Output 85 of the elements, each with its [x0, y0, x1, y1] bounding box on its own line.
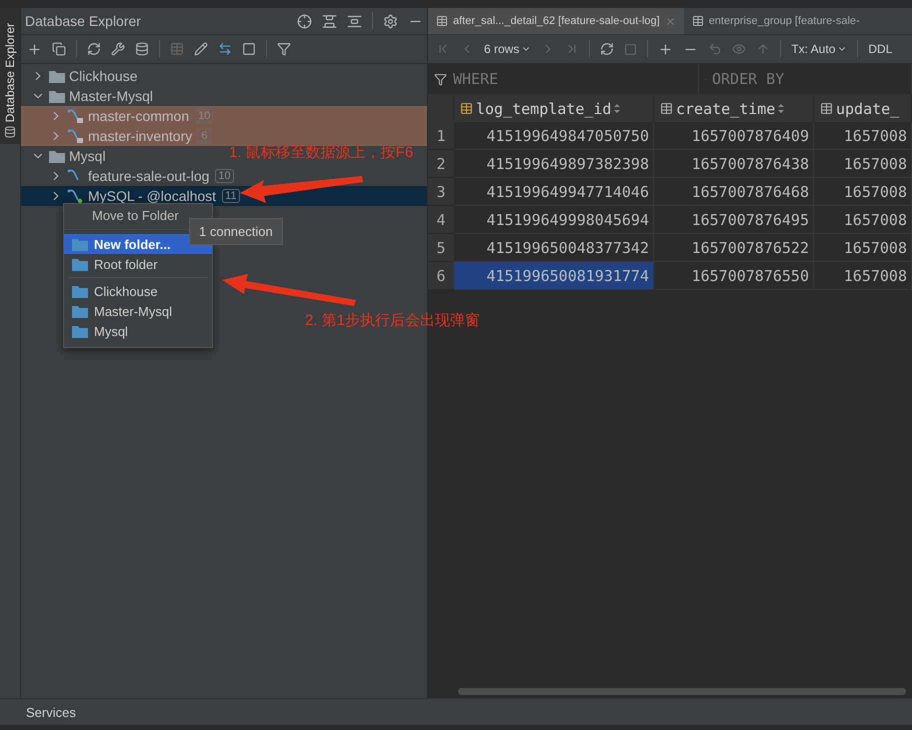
folder-icon: [72, 258, 88, 270]
table-icon: [436, 15, 448, 27]
key-column-icon: [460, 102, 473, 115]
tree-item-label: master-inventory: [88, 128, 192, 144]
pencil-icon[interactable]: [194, 42, 208, 56]
folder-icon: [72, 304, 88, 318]
table-cell[interactable]: 1657007876438: [654, 150, 814, 178]
sort-arrows-icon[interactable]: [614, 104, 620, 113]
table-cell[interactable]: 1657008: [814, 178, 912, 206]
filter-icon[interactable]: [277, 42, 291, 56]
table-cell[interactable]: 1657007876495: [654, 206, 814, 234]
table-cell[interactable]: 1657008: [814, 206, 912, 234]
folder-icon: [72, 324, 88, 338]
table-cell[interactable]: 1657007876409: [654, 122, 814, 150]
annotation-text: 1. 鼠标移至数据源上，按F6: [229, 143, 414, 162]
side-tab[interactable]: Database Explorer: [0, 8, 20, 144]
folder-icon: [49, 90, 65, 102]
panel-title: Database Explorer: [25, 13, 142, 29]
menu-item[interactable]: Root folder: [64, 254, 212, 274]
count-badge: 6: [198, 129, 210, 143]
transaction-dropdown[interactable]: Tx: Auto: [791, 42, 848, 56]
table-cell[interactable]: 415199649897382398: [454, 150, 654, 178]
table-cell[interactable]: 1657008: [814, 150, 912, 178]
refresh-icon[interactable]: [600, 42, 614, 56]
rows-dropdown[interactable]: 6 rows: [484, 42, 532, 56]
table-cell[interactable]: 415199650081931774: [454, 262, 654, 290]
arrows-icon[interactable]: [218, 42, 232, 56]
table-cell[interactable]: 1657007876550: [654, 262, 814, 290]
table-icon: [692, 15, 704, 27]
table-cell[interactable]: 1657008: [814, 234, 912, 262]
order-by-field[interactable]: ORDER BY: [710, 69, 905, 89]
tree-item-label[interactable]: Clickhouse: [69, 68, 138, 84]
column-icon: [660, 102, 673, 115]
copy-icon[interactable]: [52, 42, 66, 56]
refresh-icon[interactable]: [87, 42, 101, 56]
add-icon[interactable]: [27, 42, 42, 56]
folder-icon: [72, 284, 88, 298]
table-cell[interactable]: 1657008: [814, 262, 912, 290]
tree-item-label: master-common: [88, 108, 190, 124]
folder-icon: [72, 238, 88, 250]
count-badge: 11: [222, 189, 240, 203]
row-number: 5: [428, 234, 454, 262]
settings-icon[interactable]: [383, 14, 398, 28]
table-cell[interactable]: 415199649998045694: [454, 206, 654, 234]
crosshair-icon[interactable]: [297, 14, 312, 28]
database-icon[interactable]: [135, 42, 149, 56]
column-header[interactable]: create_time: [654, 95, 814, 122]
folder-icon: [49, 150, 65, 162]
annotation-text: 2. 第1步执行后会出现弹窗: [305, 311, 480, 330]
menu-item[interactable]: Master-Mysql: [64, 301, 212, 321]
tree-item-label[interactable]: feature-sale-out-log: [88, 168, 210, 184]
table-cell[interactable]: 1657007876522: [654, 234, 814, 262]
table-cell[interactable]: 415199649947714046: [454, 178, 654, 206]
wrench-icon[interactable]: [111, 42, 125, 56]
tree-item-label: MySQL - @localhost: [88, 188, 216, 204]
tree-item-label[interactable]: Mysql: [69, 148, 106, 164]
tree-item-label[interactable]: Master-Mysql: [69, 88, 154, 104]
where-field[interactable]: WHERE: [451, 69, 655, 89]
scrollbar[interactable]: [458, 688, 906, 694]
editor-tab[interactable]: after_sal..._detail_62 [feature-sale-out-log]: [428, 8, 684, 34]
add-row-icon[interactable]: [658, 42, 674, 56]
menu-item[interactable]: Clickhouse: [64, 281, 212, 301]
collapse-all-icon[interactable]: [347, 14, 362, 28]
row-number: 4: [428, 206, 454, 234]
column-icon: [820, 102, 833, 115]
menu-item[interactable]: Mysql: [64, 321, 212, 341]
row-number: 3: [428, 178, 454, 206]
table-cell[interactable]: 415199649847050750: [454, 122, 654, 150]
table-cell[interactable]: 1657007876468: [654, 178, 814, 206]
count-badge: 10: [195, 109, 214, 123]
row-number: 2: [428, 150, 454, 178]
column-header[interactable]: update_: [814, 95, 912, 122]
expand-all-icon[interactable]: [322, 14, 337, 28]
filter-icon[interactable]: [434, 72, 447, 86]
ddl-button[interactable]: DDL: [868, 42, 892, 56]
sort-arrows-icon[interactable]: [778, 104, 784, 113]
folder-icon: [49, 70, 65, 82]
database-icon: [4, 126, 16, 138]
editor-tab[interactable]: enterprise_group [feature-sale-: [684, 8, 868, 34]
row-number: 6: [428, 262, 454, 290]
count-badge: 10: [215, 169, 234, 183]
table-cell[interactable]: 1657008: [814, 122, 912, 150]
column-header[interactable]: log_template_id: [454, 95, 654, 122]
table-cell[interactable]: 415199650048377342: [454, 234, 654, 262]
row-number: 1: [428, 122, 454, 150]
